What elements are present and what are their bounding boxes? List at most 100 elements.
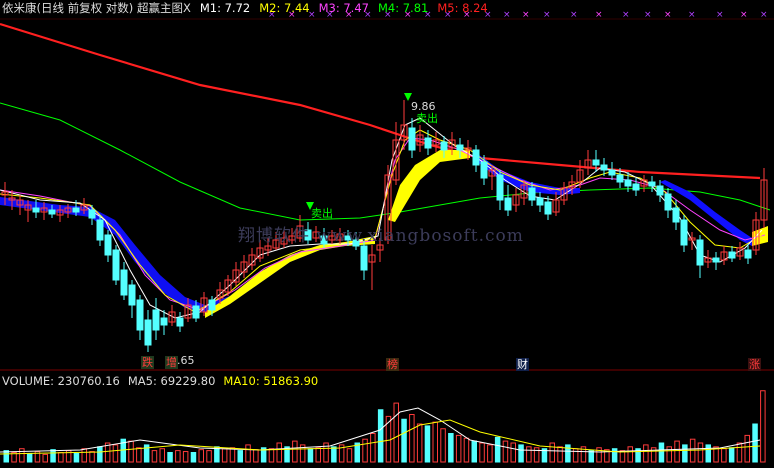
m5-line bbox=[0, 22, 761, 180]
volume-bar-12 bbox=[97, 446, 103, 463]
top-marker-13: × bbox=[522, 10, 530, 20]
volume-bar-48 bbox=[377, 409, 384, 463]
candle-body-15 bbox=[120, 269, 128, 296]
volume-bar-84 bbox=[658, 442, 665, 463]
volume-bar-93 bbox=[728, 447, 735, 463]
candle-body-82 bbox=[656, 185, 664, 196]
candle-body-57 bbox=[456, 144, 464, 151]
volume-bar-17 bbox=[136, 447, 142, 463]
candle-body-20 bbox=[160, 317, 168, 326]
volume-bar-10 bbox=[81, 448, 87, 463]
volume-bar-52 bbox=[409, 414, 415, 463]
m5-value: M5: 8.24 bbox=[437, 1, 488, 15]
volume-bar-31 bbox=[245, 444, 251, 463]
volume-bar-73 bbox=[572, 448, 579, 463]
volume-bar-63 bbox=[494, 436, 501, 463]
top-marker-21: × bbox=[716, 10, 724, 20]
volume-value: VOLUME: 230760.16 bbox=[2, 374, 120, 388]
m1-line bbox=[0, 117, 763, 319]
badge-zeng[interactable]: 增 bbox=[165, 356, 178, 369]
sell-signal-2: 卖出 bbox=[311, 207, 333, 220]
candle-body-84 bbox=[672, 207, 680, 223]
badge-die[interactable]: 跌 bbox=[141, 356, 154, 369]
volume-bar-80 bbox=[627, 446, 633, 463]
volume-bar-85 bbox=[666, 446, 672, 463]
volume-bar-59 bbox=[463, 437, 470, 463]
volume-bar-62 bbox=[487, 444, 493, 463]
volume-bar-64 bbox=[502, 440, 509, 463]
candle-body-26 bbox=[208, 299, 216, 311]
candle-body-59 bbox=[472, 149, 480, 166]
volume-bar-20 bbox=[159, 448, 165, 463]
candle-body-18 bbox=[144, 319, 152, 346]
top-marker-22: × bbox=[740, 10, 748, 20]
chart-stage[interactable]: × × × × × × × × × × × × × × × × × × × × × × × × 依米康(日线 前复权 对数) … bbox=[0, 0, 774, 464]
volume-bar-5 bbox=[42, 453, 48, 463]
volume-bar-22 bbox=[175, 450, 181, 463]
candle-body-75 bbox=[600, 164, 608, 171]
badge-bang[interactable]: 榜 bbox=[386, 358, 399, 371]
volume-bar-71 bbox=[557, 446, 563, 463]
volume-bar-26 bbox=[206, 450, 212, 463]
candle-body-11 bbox=[88, 209, 96, 219]
volume-bar-35 bbox=[276, 442, 282, 463]
candle-body-14 bbox=[112, 249, 120, 281]
candle-body-17 bbox=[136, 299, 144, 331]
badge-cai[interactable]: 财 bbox=[516, 358, 529, 371]
top-marker-23: × bbox=[760, 10, 768, 20]
volume-bar-47 bbox=[370, 433, 376, 463]
candle-body-55 bbox=[440, 141, 448, 151]
volume-bar-82 bbox=[643, 444, 649, 463]
top-marker-14: × bbox=[543, 10, 551, 20]
candle-body-22 bbox=[176, 317, 184, 327]
m2-value: M2: 7.44 bbox=[259, 1, 310, 15]
volume-bar-42 bbox=[331, 446, 337, 463]
candle-body-16 bbox=[128, 284, 136, 306]
volume-bar-9 bbox=[73, 452, 80, 463]
top-marker-18: × bbox=[644, 10, 652, 20]
candle-body-9 bbox=[72, 207, 80, 213]
volume-bar-65 bbox=[510, 442, 516, 463]
volume-bar-66 bbox=[518, 444, 524, 463]
volume-bar-57 bbox=[448, 433, 454, 463]
volume-bar-97 bbox=[760, 390, 766, 463]
volume-bar-58 bbox=[455, 434, 462, 463]
volume-bar-92 bbox=[721, 448, 727, 463]
candle-body-45 bbox=[360, 245, 368, 271]
volume-bar-19 bbox=[151, 450, 158, 463]
volume-bar-21 bbox=[167, 452, 173, 463]
candle-body-76 bbox=[608, 169, 616, 176]
volume-bar-7 bbox=[58, 452, 64, 463]
volume-bar-87 bbox=[682, 444, 688, 463]
volume-bar-44 bbox=[346, 448, 353, 463]
candle-body-13 bbox=[104, 234, 112, 256]
volume-bar-53 bbox=[416, 423, 423, 463]
volume-bar-86 bbox=[674, 440, 680, 463]
volume-bar-29 bbox=[229, 447, 236, 463]
candle-body-77 bbox=[616, 174, 624, 183]
volume-bar-23 bbox=[182, 451, 189, 463]
volume-bar-89 bbox=[697, 442, 704, 463]
sell-signal-1: 卖出 bbox=[416, 112, 438, 125]
candle-body-93 bbox=[744, 249, 752, 259]
m3-value: M3: 7.47 bbox=[318, 1, 369, 15]
badge-zhang[interactable]: 涨 bbox=[748, 358, 761, 371]
volume-bar-56 bbox=[440, 428, 446, 463]
candle-body-67 bbox=[536, 197, 544, 206]
volume-bar-60 bbox=[471, 440, 477, 463]
candle-body-78 bbox=[624, 179, 632, 187]
top-marker-12: × bbox=[503, 10, 511, 20]
chart-title: 依米康(日线 前复权 对数) 超赢主图X bbox=[2, 1, 191, 15]
candle-body-79 bbox=[632, 183, 640, 191]
candle-body-60 bbox=[480, 161, 488, 179]
candle-body-12 bbox=[96, 219, 104, 241]
volume-bar-30 bbox=[237, 450, 243, 463]
volume-ma10: MA10: 51863.90 bbox=[223, 374, 319, 388]
candle-body-63 bbox=[504, 197, 512, 211]
candle-body-6 bbox=[48, 209, 56, 215]
candle-body-62 bbox=[496, 174, 504, 201]
volume-bar-11 bbox=[89, 451, 95, 463]
candle-body-91 bbox=[728, 251, 736, 259]
volume-bar-28 bbox=[221, 448, 228, 463]
volume-bar-78 bbox=[611, 448, 618, 463]
